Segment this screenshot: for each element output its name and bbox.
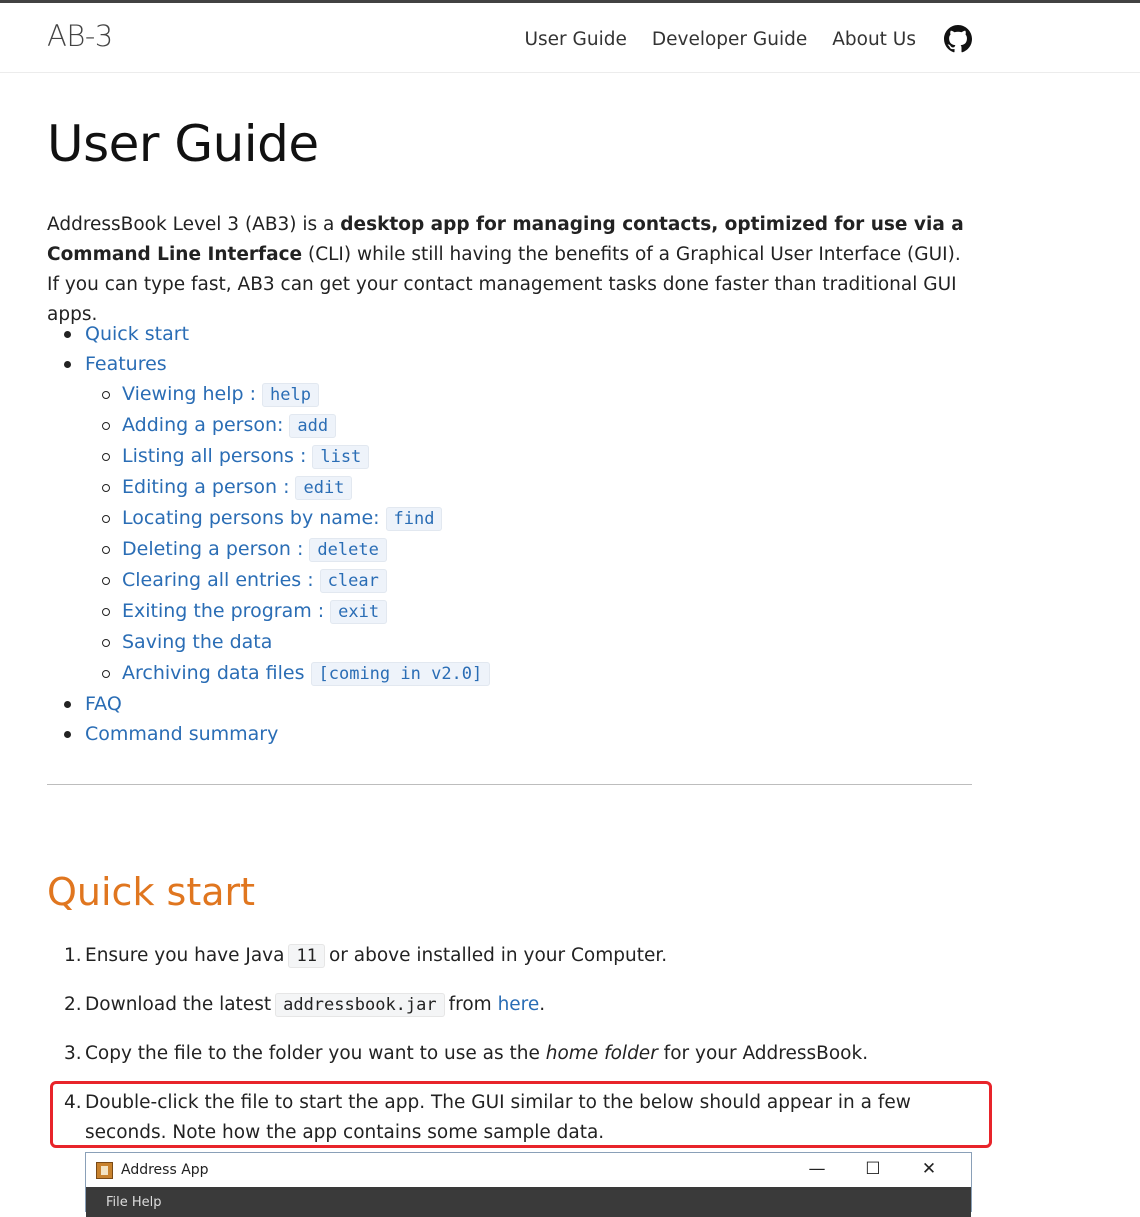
toc-link-list[interactable]: Listing all persons :	[122, 445, 306, 467]
toc-link-saving[interactable]: Saving the data	[122, 631, 272, 653]
address-book-icon	[96, 1161, 113, 1179]
section-divider	[47, 784, 972, 785]
toc-item-saving: Saving the data	[85, 627, 490, 658]
app-menubar: File Help	[86, 1187, 971, 1217]
nav-link-about-us[interactable]: About Us	[832, 29, 916, 50]
toc-item-archiving: Archiving data files [coming in v2.0]	[85, 658, 491, 689]
step-code: addressbook.jar	[275, 993, 445, 1017]
toc-item-edit: Editing a person : edit	[85, 472, 490, 503]
toc-item-features: Features Viewing help : help Adding a per…	[47, 349, 491, 689]
toc-code-delete[interactable]: delete	[309, 538, 387, 562]
step-text: Copy the file to the folder you want to …	[85, 1043, 546, 1064]
toc-item-find: Locating persons by name: find	[85, 503, 490, 534]
toc-item-add: Adding a person: add	[85, 410, 490, 441]
step-text: or above installed in your Computer.	[328, 945, 668, 966]
nav-links: User Guide Developer Guide About Us	[500, 25, 972, 53]
toc-link-command-summary[interactable]: Command summary	[85, 723, 278, 745]
step-text: .	[539, 994, 546, 1015]
toc-code-help[interactable]: help	[262, 383, 319, 407]
section-heading-quick-start: Quick start	[47, 870, 256, 914]
app-window-screenshot: Address App — ☐ ✕ File Help	[85, 1152, 972, 1217]
toc-item-quick-start: Quick start	[47, 319, 490, 349]
step-number: 3.	[64, 1043, 82, 1064]
toc-code-exit[interactable]: exit	[330, 600, 388, 624]
toc-link-find[interactable]: Locating persons by name:	[122, 507, 380, 529]
nav-link-user-guide[interactable]: User Guide	[525, 29, 627, 50]
toc-link-help[interactable]: Viewing help :	[122, 383, 256, 405]
window-controls: — ☐ ✕	[789, 1159, 957, 1179]
step-1: 1. Ensure you have Java 11 or above install…	[47, 941, 972, 971]
nav-link-developer-guide[interactable]: Developer Guide	[652, 29, 807, 50]
toc-code-archiving[interactable]: [coming in v2.0]	[310, 662, 491, 686]
toc-link-archiving[interactable]: Archiving data files	[122, 662, 305, 684]
toc-code-list[interactable]: list	[312, 445, 370, 469]
toc-item-command-summary: Command summary	[47, 719, 490, 749]
red-highlight-box	[50, 1081, 992, 1148]
toc-code-clear[interactable]: clear	[319, 569, 387, 593]
maximize-icon: ☐	[865, 1159, 881, 1179]
step-text: Download the latest	[85, 994, 272, 1015]
minimize-icon: —	[808, 1159, 826, 1179]
toc-item-help: Viewing help : help	[85, 379, 490, 410]
app-title: Address App	[121, 1162, 209, 1178]
step-number: 1.	[64, 945, 82, 966]
toc-item-faq: FAQ	[47, 689, 490, 719]
step-2: 2. Download the latest addressbook.jar from…	[47, 990, 972, 1020]
toc-item-list: Listing all persons : list	[85, 441, 490, 472]
navbar: AB-3 User Guide Developer Guide About Us	[0, 3, 1140, 73]
toc-link-quick-start[interactable]: Quick start	[85, 323, 189, 345]
toc-link-exit[interactable]: Exiting the program :	[122, 600, 324, 622]
toc-code-edit[interactable]: edit	[295, 476, 353, 500]
page-title: User Guide	[47, 115, 319, 173]
toc-item-delete: Deleting a person : delete	[85, 534, 490, 565]
step-number: 2.	[64, 994, 82, 1015]
toc-link-clear[interactable]: Clearing all entries :	[122, 569, 314, 591]
toc-link-delete[interactable]: Deleting a person :	[122, 538, 303, 560]
toc-link-add[interactable]: Adding a person:	[122, 414, 283, 436]
intro-text-1: AddressBook Level 3 (AB3) is a	[47, 214, 341, 235]
close-icon: ✕	[921, 1159, 937, 1179]
toc-features-list: Viewing help : help Adding a person: add L…	[85, 379, 491, 689]
step-text: Ensure you have Java	[85, 945, 285, 966]
github-icon[interactable]	[944, 25, 972, 53]
site-brand[interactable]: AB-3	[47, 19, 113, 53]
intro-paragraph: AddressBook Level 3 (AB3) is a desktop a…	[47, 210, 972, 330]
table-of-contents: Quick start Features Viewing help : help …	[47, 319, 491, 749]
step-code: 11	[288, 944, 325, 968]
download-here-link[interactable]: here	[498, 994, 540, 1015]
step-text: from	[448, 994, 492, 1015]
toc-link-edit[interactable]: Editing a person :	[122, 476, 289, 498]
step-emphasis: home folder	[545, 1043, 658, 1064]
toc-code-find[interactable]: find	[385, 507, 443, 531]
toc-link-faq[interactable]: FAQ	[85, 693, 122, 715]
toc-item-clear: Clearing all entries : clear	[85, 565, 490, 596]
toc-link-features[interactable]: Features	[85, 353, 167, 375]
step-3: 3. Copy the file to the folder you want t…	[47, 1039, 972, 1069]
toc-item-exit: Exiting the program : exit	[85, 596, 490, 627]
step-text: for your AddressBook.	[657, 1043, 869, 1064]
toc-code-add[interactable]: add	[289, 414, 337, 438]
